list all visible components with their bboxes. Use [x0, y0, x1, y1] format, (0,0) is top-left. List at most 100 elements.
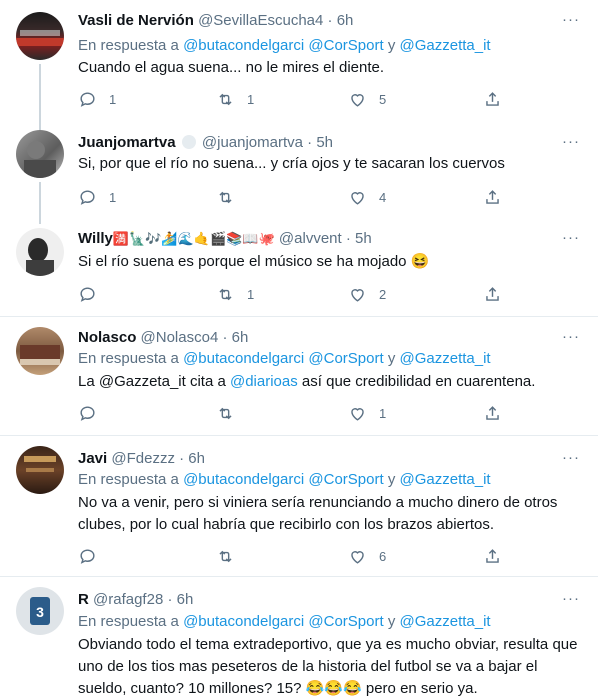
tweet-rafagf28[interactable]: 3 R @rafagf28 · 6h ··· En respuesta a @b… [0, 577, 598, 698]
avatar[interactable] [16, 446, 64, 494]
more-options-icon[interactable]: ··· [562, 11, 580, 28]
dot-separator: · [222, 329, 228, 346]
display-name[interactable]: Vasli de Nervión [78, 12, 194, 29]
avatar[interactable] [16, 228, 64, 276]
thread-line [39, 122, 41, 130]
avatar-image [24, 141, 56, 178]
share-button[interactable] [483, 284, 502, 304]
retweet-button[interactable]: 1 [216, 89, 254, 109]
reply-and: y [387, 471, 396, 488]
user-handle[interactable]: @Nolasco4 [141, 329, 219, 346]
timestamp[interactable]: 5h [316, 134, 333, 151]
heart-icon [351, 191, 364, 205]
tweet-text: Obviando todo el tema extradeportivo, qu… [78, 634, 578, 700]
tweet-text-content: Si el río suena es porque el músico se h… [78, 253, 407, 270]
reply-button[interactable]: 1 [78, 187, 116, 207]
user-handle[interactable]: @rafagf28 [93, 591, 163, 608]
more-options-icon[interactable]: ··· [562, 328, 580, 345]
avatar[interactable]: 3 [16, 587, 64, 635]
avatar[interactable] [16, 130, 64, 178]
reply-button[interactable] [78, 403, 109, 423]
more-options-icon[interactable]: ··· [562, 229, 580, 246]
reply-mention[interactable]: @CorSport [308, 613, 383, 630]
tweet-text-content: La @Gazzeta_it cita a [78, 373, 226, 390]
reply-icon [80, 548, 95, 564]
tweet-text-line: clubes, por lo cual habría que recibirlo… [78, 516, 495, 533]
timestamp[interactable]: 5h [355, 230, 372, 247]
reply-mention[interactable]: @Gazzetta_it [399, 37, 490, 54]
retweet-button[interactable]: 1 [216, 284, 254, 304]
retweet-button[interactable] [216, 546, 247, 566]
avatar[interactable] [16, 12, 64, 60]
share-button[interactable] [483, 187, 502, 207]
like-button[interactable]: 6 [348, 546, 386, 566]
tweet-text-content: sueldo, cuanto? 10 millones? 15? [78, 680, 302, 697]
like-button[interactable]: 1 [348, 403, 386, 423]
more-options-icon[interactable]: ··· [562, 449, 580, 466]
tweet-header: Juanjomartva @juanjomartva · 5h [78, 133, 333, 153]
like-button[interactable]: 4 [348, 187, 386, 207]
reply-mention[interactable]: @butacondelgarci [183, 350, 304, 367]
display-name[interactable]: R [78, 591, 89, 608]
tweet-vasli[interactable]: Vasli de Nervión @SevillaEscucha4 · 6h ·… [0, 0, 598, 134]
tweet-juanjomartva[interactable]: Juanjomartva @juanjomartva · 5h ··· Si, … [0, 122, 598, 224]
heart-icon [351, 407, 364, 421]
timestamp[interactable]: 6h [188, 450, 205, 467]
avatar-image: 3 [30, 597, 50, 625]
retweet-count: 1 [247, 286, 255, 302]
tweet-nolasco[interactable]: Nolasco @Nolasco4 · 6h ··· En respuesta … [0, 317, 598, 435]
tweet-header: R @rafagf28 · 6h [78, 590, 193, 610]
retweet-button[interactable] [216, 187, 247, 207]
more-options-icon[interactable]: ··· [562, 590, 580, 607]
dot-separator: · [307, 134, 313, 151]
tweet-actions: 1 4 [78, 187, 518, 207]
reply-mention[interactable]: @CorSport [308, 350, 383, 367]
reply-mention[interactable]: @Gazzetta_it [399, 471, 490, 488]
reply-prefix: En respuesta a [78, 613, 179, 630]
reply-mention[interactable]: @butacondelgarci [183, 471, 304, 488]
tears-of-joy-emojis: 😂😂😂 [305, 680, 362, 697]
reply-icon [80, 286, 95, 302]
reply-button[interactable] [78, 546, 109, 566]
share-button[interactable] [483, 546, 502, 566]
display-name[interactable]: Juanjomartva [78, 134, 176, 151]
user-handle[interactable]: @juanjomartva [202, 134, 303, 151]
like-count: 2 [379, 286, 387, 302]
tweet-text: Si el río suena es porque el músico se h… [78, 251, 578, 273]
more-options-icon[interactable]: ··· [562, 133, 580, 150]
reply-mention[interactable]: @CorSport [308, 471, 383, 488]
reply-mention[interactable]: @CorSport [308, 37, 383, 54]
like-button[interactable]: 5 [348, 89, 386, 109]
user-handle[interactable]: @Fdezzz [111, 450, 175, 467]
avatar-image [26, 238, 54, 276]
timestamp[interactable]: 6h [337, 12, 354, 29]
display-name[interactable]: Willy [78, 230, 113, 247]
reply-mention[interactable]: @butacondelgarci [183, 613, 304, 630]
reply-button[interactable] [78, 284, 109, 304]
share-button[interactable] [483, 403, 502, 423]
reply-icon [80, 91, 95, 107]
share-icon [486, 189, 499, 204]
reply-mention[interactable]: @butacondelgarci [183, 37, 304, 54]
share-button[interactable] [483, 89, 502, 109]
mention-link[interactable]: @diarioas [230, 373, 298, 390]
timestamp[interactable]: 6h [177, 591, 194, 608]
like-button[interactable]: 2 [348, 284, 386, 304]
display-name[interactable]: Nolasco [78, 329, 136, 346]
reply-mention[interactable]: @Gazzetta_it [399, 350, 490, 367]
share-icon [486, 286, 499, 301]
tweet-willy[interactable]: Willy🈵🗽🎶🏄🌊🤙🎬📚📖🐙 @alvvent · 5h ··· Si el … [0, 218, 598, 316]
like-count: 6 [379, 548, 387, 564]
reply-icon [80, 405, 95, 421]
tweet-javi[interactable]: Javi @Fdezzz · 6h ··· En respuesta a @bu… [0, 436, 598, 576]
display-name[interactable]: Javi [78, 450, 107, 467]
tweet-header: Javi @Fdezzz · 6h [78, 449, 205, 469]
avatar[interactable] [16, 327, 64, 375]
retweet-button[interactable] [216, 403, 247, 423]
user-handle[interactable]: @SevillaEscucha4 [198, 12, 323, 29]
tweet-text: Si, por que el río no suena... y cría oj… [78, 155, 505, 172]
user-handle[interactable]: @alvvent [279, 230, 342, 247]
reply-mention[interactable]: @Gazzetta_it [399, 613, 490, 630]
timestamp[interactable]: 6h [232, 329, 249, 346]
reply-button[interactable]: 1 [78, 89, 116, 109]
